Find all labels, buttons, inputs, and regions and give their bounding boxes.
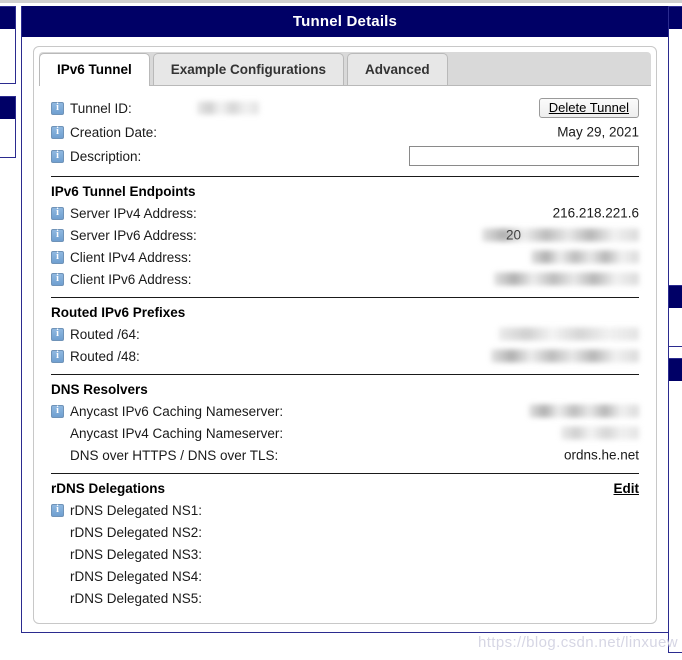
client-ipv4-value-redacted bbox=[531, 250, 639, 264]
section-rdns-delegations: rDNS Delegations Edit bbox=[51, 473, 639, 499]
info-icon[interactable] bbox=[51, 149, 64, 163]
background-panel-right-1 bbox=[668, 6, 682, 291]
background-panel-header bbox=[669, 7, 682, 29]
background-panel-header bbox=[669, 286, 682, 308]
routed-48-value-redacted bbox=[491, 349, 639, 363]
tunnel-id-value-redacted bbox=[197, 101, 259, 115]
row-routed-48: Routed /48: bbox=[51, 345, 639, 367]
client-ipv6-value-redacted bbox=[494, 272, 639, 286]
description-label: Description: bbox=[70, 148, 142, 164]
row-client-ipv6: Client IPv6 Address: bbox=[51, 268, 639, 290]
info-icon[interactable] bbox=[51, 228, 64, 242]
tab-ipv6-tunnel[interactable]: IPv6 Tunnel bbox=[39, 53, 150, 86]
row-anycast-ipv6: Anycast IPv6 Caching Nameserver: bbox=[51, 400, 639, 422]
row-server-ipv6: Server IPv6 Address: 20 bbox=[51, 224, 639, 246]
doh-dot-value: ordns.he.net bbox=[563, 447, 639, 463]
tab-example-configurations[interactable]: Example Configurations bbox=[152, 53, 345, 85]
info-icon[interactable] bbox=[51, 206, 64, 220]
anycast-ipv6-value-redacted bbox=[529, 404, 639, 418]
anycast-ipv4-value-redacted bbox=[561, 426, 639, 440]
info-icon[interactable] bbox=[51, 404, 64, 418]
anycast-ipv6-label: Anycast IPv6 Caching Nameserver: bbox=[70, 403, 284, 419]
section-endpoints: IPv6 Tunnel Endpoints bbox=[51, 176, 639, 202]
rdns-ns4-label: rDNS Delegated NS4: bbox=[70, 568, 203, 584]
background-panel-left-2 bbox=[0, 96, 16, 158]
page-root: Tunnel Details IPv6 Tunnel Example Confi… bbox=[0, 0, 682, 660]
edit-rdns-link[interactable]: Edit bbox=[614, 478, 640, 499]
info-icon[interactable] bbox=[51, 272, 64, 286]
row-rdns-ns4: rDNS Delegated NS4: bbox=[51, 565, 639, 587]
background-panel-header bbox=[0, 7, 15, 29]
tunnel-details-panel: IPv6 Tunnel Example Configurations Advan… bbox=[33, 46, 657, 624]
background-panel-left-1 bbox=[0, 6, 16, 84]
background-panel-header bbox=[669, 359, 682, 381]
server-ipv6-value-redacted bbox=[482, 228, 639, 242]
tab-panel-ipv6-tunnel: Tunnel ID: Delete Tunnel Creation Date: … bbox=[34, 86, 656, 609]
tab-label: IPv6 Tunnel bbox=[57, 62, 132, 77]
rdns-ns1-label: rDNS Delegated NS1: bbox=[70, 502, 203, 518]
section-title: DNS Resolvers bbox=[51, 382, 148, 397]
row-anycast-ipv4: Anycast IPv4 Caching Nameserver: bbox=[51, 422, 639, 444]
rdns-ns2-label: rDNS Delegated NS2: bbox=[70, 524, 203, 540]
client-ipv6-label: Client IPv6 Address: bbox=[70, 271, 192, 287]
row-routed-64: Routed /64: bbox=[51, 323, 639, 345]
row-server-ipv4: Server IPv4 Address: 216.218.221.6 bbox=[51, 202, 639, 224]
background-panel-right-2 bbox=[668, 285, 682, 347]
window-title-bar: Tunnel Details bbox=[22, 6, 668, 37]
server-ipv4-value: 216.218.221.6 bbox=[552, 205, 639, 221]
row-client-ipv4: Client IPv4 Address: bbox=[51, 246, 639, 268]
info-icon[interactable] bbox=[51, 101, 64, 115]
row-creation-date: Creation Date: May 29, 2021 bbox=[51, 121, 639, 143]
section-dns-resolvers: DNS Resolvers bbox=[51, 374, 639, 400]
row-rdns-ns5: rDNS Delegated NS5: bbox=[51, 587, 639, 609]
tab-label: Advanced bbox=[365, 62, 430, 77]
routed-48-label: Routed /48: bbox=[70, 348, 140, 364]
tab-label: Example Configurations bbox=[170, 62, 327, 77]
row-description: Description: bbox=[51, 143, 639, 169]
row-rdns-ns3: rDNS Delegated NS3: bbox=[51, 543, 639, 565]
description-input[interactable] bbox=[409, 146, 639, 166]
info-icon[interactable] bbox=[51, 327, 64, 341]
section-routed-prefixes: Routed IPv6 Prefixes bbox=[51, 297, 639, 323]
section-title: rDNS Delegations bbox=[51, 481, 166, 496]
background-panel-header bbox=[0, 97, 15, 119]
page-title: Tunnel Details bbox=[292, 13, 398, 30]
info-icon[interactable] bbox=[51, 503, 64, 517]
routed-64-label: Routed /64: bbox=[70, 326, 140, 342]
routed-64-value-redacted bbox=[499, 327, 639, 341]
section-title: Routed IPv6 Prefixes bbox=[51, 305, 186, 320]
delete-tunnel-button[interactable]: Delete Tunnel bbox=[538, 98, 639, 118]
server-ipv4-label: Server IPv4 Address: bbox=[70, 205, 197, 221]
background-panel-right-3 bbox=[668, 358, 682, 653]
tab-advanced[interactable]: Advanced bbox=[347, 53, 448, 85]
tunnel-id-label: Tunnel ID: bbox=[70, 100, 132, 116]
row-rdns-ns1: rDNS Delegated NS1: bbox=[51, 499, 639, 521]
section-title: IPv6 Tunnel Endpoints bbox=[51, 184, 196, 199]
top-divider bbox=[0, 0, 682, 3]
doh-dot-label: DNS over HTTPS / DNS over TLS: bbox=[70, 447, 279, 463]
tunnel-details-window: Tunnel Details IPv6 Tunnel Example Confi… bbox=[21, 6, 669, 633]
creation-date-value: May 29, 2021 bbox=[557, 124, 639, 140]
client-ipv4-label: Client IPv4 Address: bbox=[70, 249, 192, 265]
info-icon[interactable] bbox=[51, 349, 64, 363]
row-tunnel-id: Tunnel ID: Delete Tunnel bbox=[51, 95, 639, 121]
rdns-ns3-label: rDNS Delegated NS3: bbox=[70, 546, 203, 562]
server-ipv6-label: Server IPv6 Address: bbox=[70, 227, 197, 243]
row-doh-dot: DNS over HTTPS / DNS over TLS: ordns.he.… bbox=[51, 444, 639, 466]
tab-bar: IPv6 Tunnel Example Configurations Advan… bbox=[39, 52, 651, 86]
watermark: https://blog.csdn.net/linxuew bbox=[477, 634, 678, 651]
info-icon[interactable] bbox=[51, 250, 64, 264]
info-icon[interactable] bbox=[51, 125, 64, 139]
anycast-ipv4-label: Anycast IPv4 Caching Nameserver: bbox=[70, 425, 284, 441]
rdns-ns5-label: rDNS Delegated NS5: bbox=[70, 590, 203, 606]
row-rdns-ns2: rDNS Delegated NS2: bbox=[51, 521, 639, 543]
creation-date-label: Creation Date: bbox=[70, 124, 158, 140]
